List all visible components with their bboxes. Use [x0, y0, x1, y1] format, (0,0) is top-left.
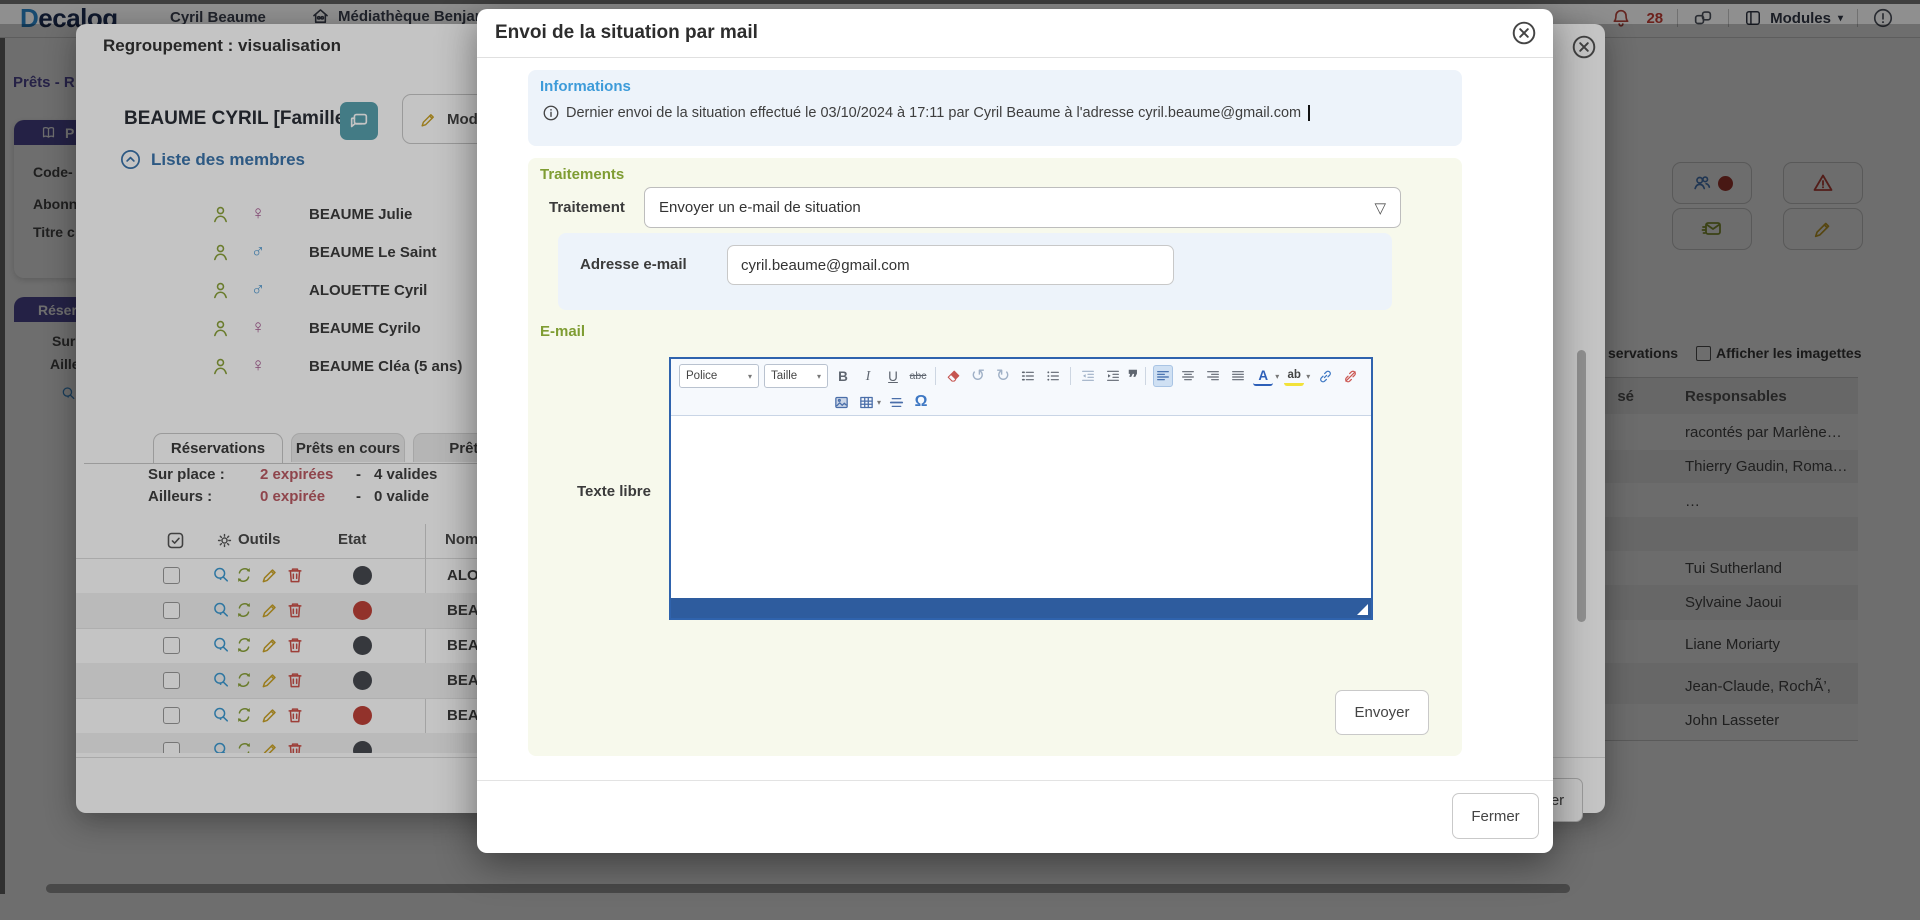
insert-table-button[interactable] — [856, 391, 876, 413]
chevron-down-icon: ▾ — [817, 372, 821, 381]
toolbar-divider — [1145, 367, 1146, 385]
email-address-input[interactable] — [727, 245, 1174, 285]
resize-handle-icon[interactable] — [1357, 604, 1368, 615]
informations-heading: Informations — [540, 78, 631, 95]
treatment-label: Traitement — [549, 199, 625, 216]
chevron-down-icon: ▾ — [877, 398, 881, 407]
redo-button[interactable]: ↻ — [993, 365, 1013, 387]
last-send-info: Dernier envoi de la situation effectué l… — [542, 104, 1310, 122]
select-arrow-icon: ▽ — [1374, 199, 1386, 217]
insert-link-button[interactable] — [1315, 365, 1335, 387]
editor-toolbar: Police ▾ Taille ▾ B I U abc ↺ — [671, 359, 1371, 416]
underline-button[interactable]: U — [883, 365, 903, 387]
horizontal-rule-button[interactable] — [886, 391, 906, 413]
remove-link-button[interactable] — [1340, 365, 1360, 387]
special-character-button[interactable]: Ω — [911, 391, 931, 413]
email-address-group: Adresse e-mail — [558, 233, 1392, 310]
font-size-select[interactable]: Taille ▾ — [764, 364, 828, 388]
mail-modal-header: Envoi de la situation par mail — [477, 9, 1553, 58]
send-button[interactable]: Envoyer — [1335, 690, 1429, 735]
font-family-select[interactable]: Police ▾ — [679, 364, 759, 388]
info-message: Dernier envoi de la situation effectué l… — [566, 105, 1301, 121]
info-icon — [542, 104, 560, 122]
indent-button[interactable] — [1103, 365, 1123, 387]
editor-status-bar — [671, 598, 1371, 618]
align-left-button[interactable] — [1153, 365, 1173, 387]
undo-button[interactable]: ↺ — [968, 365, 988, 387]
rich-text-editor: Police ▾ Taille ▾ B I U abc ↺ — [669, 357, 1373, 620]
mail-modal-footer: Fermer — [477, 780, 1553, 854]
bullet-list-button[interactable] — [1043, 365, 1063, 387]
font-size-label: Taille — [771, 370, 797, 382]
email-section-heading: E-mail — [540, 323, 585, 340]
treatments-panel: Traitements Traitement Envoyer un e-mail… — [528, 158, 1462, 756]
italic-button[interactable]: I — [858, 365, 878, 387]
toolbar-divider — [935, 367, 936, 385]
bold-button[interactable]: B — [833, 365, 853, 387]
insert-image-button[interactable] — [831, 391, 851, 413]
treatments-heading: Traitements — [540, 166, 624, 183]
remove-format-button[interactable] — [943, 365, 963, 387]
text-cursor — [1308, 105, 1310, 121]
chevron-down-icon: ▾ — [748, 372, 752, 381]
app-screen: Decalog Cyril Beaume Médiathèque Benjam … — [0, 0, 1920, 920]
text-color-button[interactable]: A — [1253, 366, 1273, 386]
strikethrough-button[interactable]: abc — [908, 365, 928, 387]
blockquote-button[interactable]: ❞ — [1128, 374, 1138, 384]
align-center-button[interactable] — [1178, 365, 1198, 387]
outdent-button[interactable] — [1078, 365, 1098, 387]
send-situation-mail-modal: Envoi de la situation par mail Informati… — [477, 9, 1553, 853]
justify-button[interactable] — [1228, 365, 1248, 387]
toolbar-divider — [1070, 367, 1071, 385]
informations-panel: Informations Dernier envoi de la situati… — [528, 70, 1462, 146]
chevron-down-icon: ▾ — [1275, 372, 1279, 381]
free-text-label: Texte libre — [577, 483, 651, 500]
chevron-down-icon: ▾ — [1306, 372, 1310, 381]
treatment-select[interactable]: Envoyer un e-mail de situation ▽ — [644, 187, 1401, 228]
highlight-color-button[interactable]: ab — [1284, 366, 1304, 386]
close-mail-modal-button[interactable]: Fermer — [1452, 793, 1539, 839]
font-family-label: Police — [686, 370, 717, 382]
editor-body[interactable] — [671, 416, 1371, 599]
ordered-list-button[interactable] — [1018, 365, 1038, 387]
align-right-button[interactable] — [1203, 365, 1223, 387]
close-icon[interactable] — [1511, 20, 1537, 46]
treatment-value: Envoyer un e-mail de situation — [659, 199, 861, 216]
email-address-label: Adresse e-mail — [580, 256, 687, 273]
modal-title: Envoi de la situation par mail — [495, 22, 758, 44]
